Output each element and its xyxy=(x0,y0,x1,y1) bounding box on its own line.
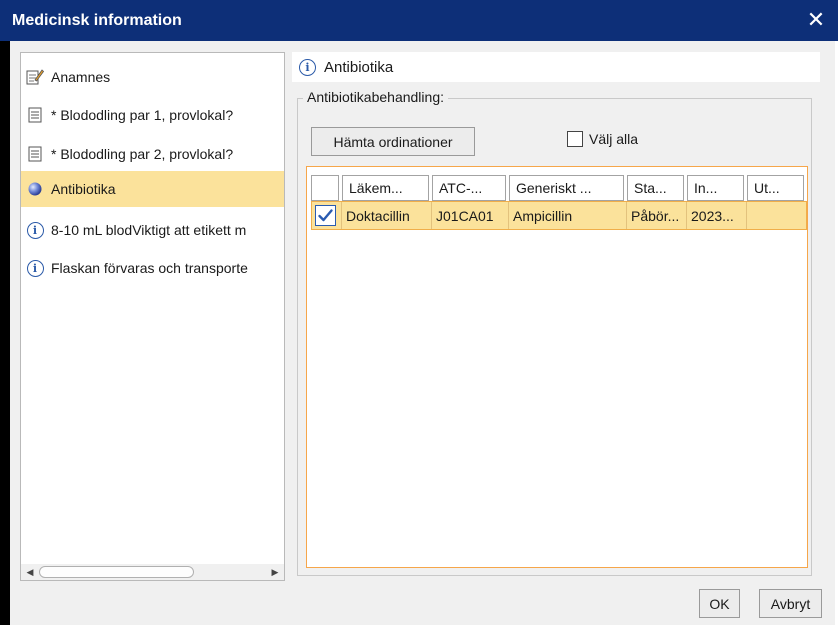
row-checkbox-cell[interactable] xyxy=(312,202,342,229)
checkbox-icon[interactable] xyxy=(567,131,583,147)
nav-item-label: Antibiotika xyxy=(51,181,116,197)
info-icon: i xyxy=(26,259,44,277)
table-row[interactable]: Doktacillin J01CA01 Ampicillin Påbör... … xyxy=(311,201,807,230)
header-insatt[interactable]: In... xyxy=(687,175,744,201)
header-generiskt[interactable]: Generiskt ... xyxy=(509,175,624,201)
group-label: Antibiotikabehandling: xyxy=(303,89,448,105)
nav-item-flaskan-info[interactable]: i Flaskan förvaras och transporte xyxy=(21,250,284,286)
window-title: Medicinsk information xyxy=(12,12,182,29)
blue-sphere-icon xyxy=(26,180,44,198)
window-left-frame xyxy=(0,41,10,625)
select-all-label: Välj alla xyxy=(589,131,639,147)
cell-atc: J01CA01 xyxy=(432,202,509,229)
nav-item-label: * Blododling par 2, provlokal? xyxy=(51,146,234,162)
section-header: i Antibiotika xyxy=(292,52,820,82)
table-header: Läkem... ATC-... Generiskt ... Sta... In… xyxy=(311,175,807,201)
fetch-orders-button[interactable]: Hämta ordinationer xyxy=(311,127,475,156)
header-lakemedel[interactable]: Läkem... xyxy=(342,175,429,201)
scroll-right-icon[interactable]: ▶ xyxy=(267,564,283,580)
nav-item-antibiotika[interactable]: Antibiotika xyxy=(21,171,284,207)
select-all-checkbox[interactable]: Välj alla xyxy=(567,131,638,147)
nav-item-label: 8-10 mL blodViktigt att etikett m xyxy=(51,222,247,238)
document-list-icon xyxy=(26,145,44,163)
close-icon[interactable]: ✕ xyxy=(802,6,830,34)
nav-item-label: Flaskan förvaras och transporte xyxy=(51,260,248,276)
cell-status: Påbör... xyxy=(627,202,687,229)
header-status[interactable]: Sta... xyxy=(627,175,684,201)
cell-lakemedel: Doktacillin xyxy=(342,202,432,229)
header-utsatt[interactable]: Ut... xyxy=(747,175,804,201)
scrollbar-thumb[interactable] xyxy=(39,566,194,578)
nav-item-anamnes[interactable]: Anamnes xyxy=(21,59,284,95)
nav-item-label: * Blododling par 1, provlokal? xyxy=(51,107,234,123)
cancel-button[interactable]: Avbryt xyxy=(759,589,822,618)
nav-item-blodvolym-info[interactable]: i 8-10 mL blodViktigt att etikett m xyxy=(21,212,284,248)
title-bar: Medicinsk information ✕ xyxy=(0,0,838,41)
nav-item-blododling-1[interactable]: * Blododling par 1, provlokal? xyxy=(21,97,284,133)
info-icon: i xyxy=(299,58,316,76)
header-checkbox-column[interactable] xyxy=(311,175,339,201)
nav-horizontal-scrollbar[interactable]: ◀ ▶ xyxy=(21,564,284,580)
cell-generiskt: Ampicillin xyxy=(509,202,627,229)
header-atc[interactable]: ATC-... xyxy=(432,175,506,201)
section-title: Antibiotika xyxy=(324,58,394,76)
nav-item-label: Anamnes xyxy=(51,69,111,85)
cell-insatt: 2023... xyxy=(687,202,747,229)
document-list-icon xyxy=(26,106,44,124)
ok-button[interactable]: OK xyxy=(699,589,740,618)
edit-note-icon xyxy=(26,68,44,86)
scroll-left-icon[interactable]: ◀ xyxy=(22,564,38,580)
checkbox-checked-icon[interactable] xyxy=(315,205,336,226)
cell-utsatt xyxy=(747,202,806,229)
medical-info-dialog: Medicinsk information ✕ Anamnes * Blodod… xyxy=(0,0,838,625)
nav-panel: Anamnes * Blododling par 1, provlokal? *… xyxy=(20,52,285,581)
nav-item-blododling-2[interactable]: * Blododling par 2, provlokal? xyxy=(21,136,284,172)
info-icon: i xyxy=(26,221,44,239)
